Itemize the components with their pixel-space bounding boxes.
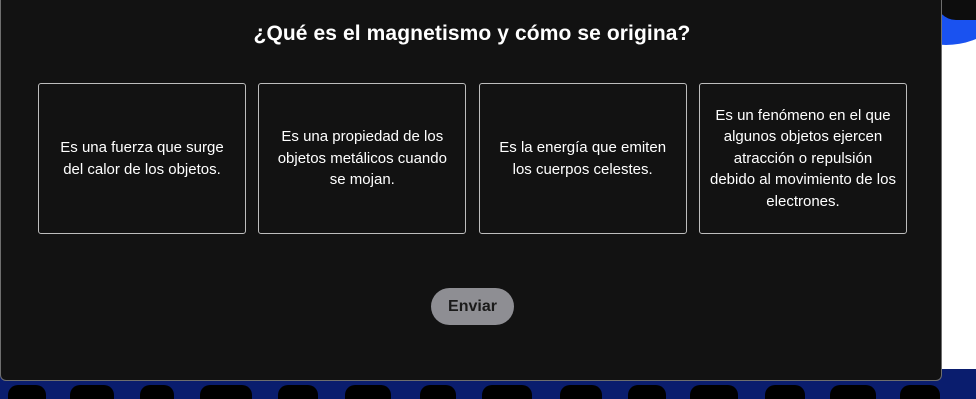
decorative-glyph xyxy=(628,385,666,399)
decorative-glyph xyxy=(830,385,876,399)
decorative-glyph xyxy=(140,385,174,399)
decorative-glyph xyxy=(8,385,46,399)
answer-option-4[interactable]: Es un fenómeno en el que algunos objetos… xyxy=(698,83,907,234)
decorative-glyph xyxy=(765,385,805,399)
answer-option-label: Es una propiedad de los objetos metálico… xyxy=(277,128,447,189)
decorative-glyph xyxy=(200,385,252,399)
decorative-glyph xyxy=(278,385,318,399)
answer-option-1[interactable]: Es una fuerza que surge del calor de los… xyxy=(38,83,246,234)
decorative-glyph xyxy=(482,385,532,399)
decorative-glyph xyxy=(900,385,940,399)
decorative-glyph xyxy=(690,385,738,399)
page: ¿Qué es el magnetismo y cómo se origina?… xyxy=(0,0,976,399)
decorative-glyph xyxy=(70,385,114,399)
answer-option-label: Es una fuerza que surge del calor de los… xyxy=(60,139,224,178)
answer-option-label: Es la energía que emiten los cuerpos cel… xyxy=(499,139,667,178)
answer-option-2[interactable]: Es una propiedad de los objetos metálico… xyxy=(258,83,467,234)
decorative-glyph xyxy=(345,385,391,399)
question-title: ¿Qué es el magnetismo y cómo se origina? xyxy=(253,22,691,45)
answer-option-3[interactable]: Es la energía que emiten los cuerpos cel… xyxy=(478,83,687,234)
answer-options: Es una fuerza que surge del calor de los… xyxy=(38,83,907,234)
decorative-glyph xyxy=(560,385,602,399)
quiz-card: ¿Qué es el magnetismo y cómo se origina?… xyxy=(0,0,942,381)
decorative-glyph xyxy=(420,385,456,399)
submit-button[interactable]: Enviar xyxy=(431,288,514,325)
answer-option-label: Es un fenómeno en el que algunos objetos… xyxy=(710,106,896,210)
